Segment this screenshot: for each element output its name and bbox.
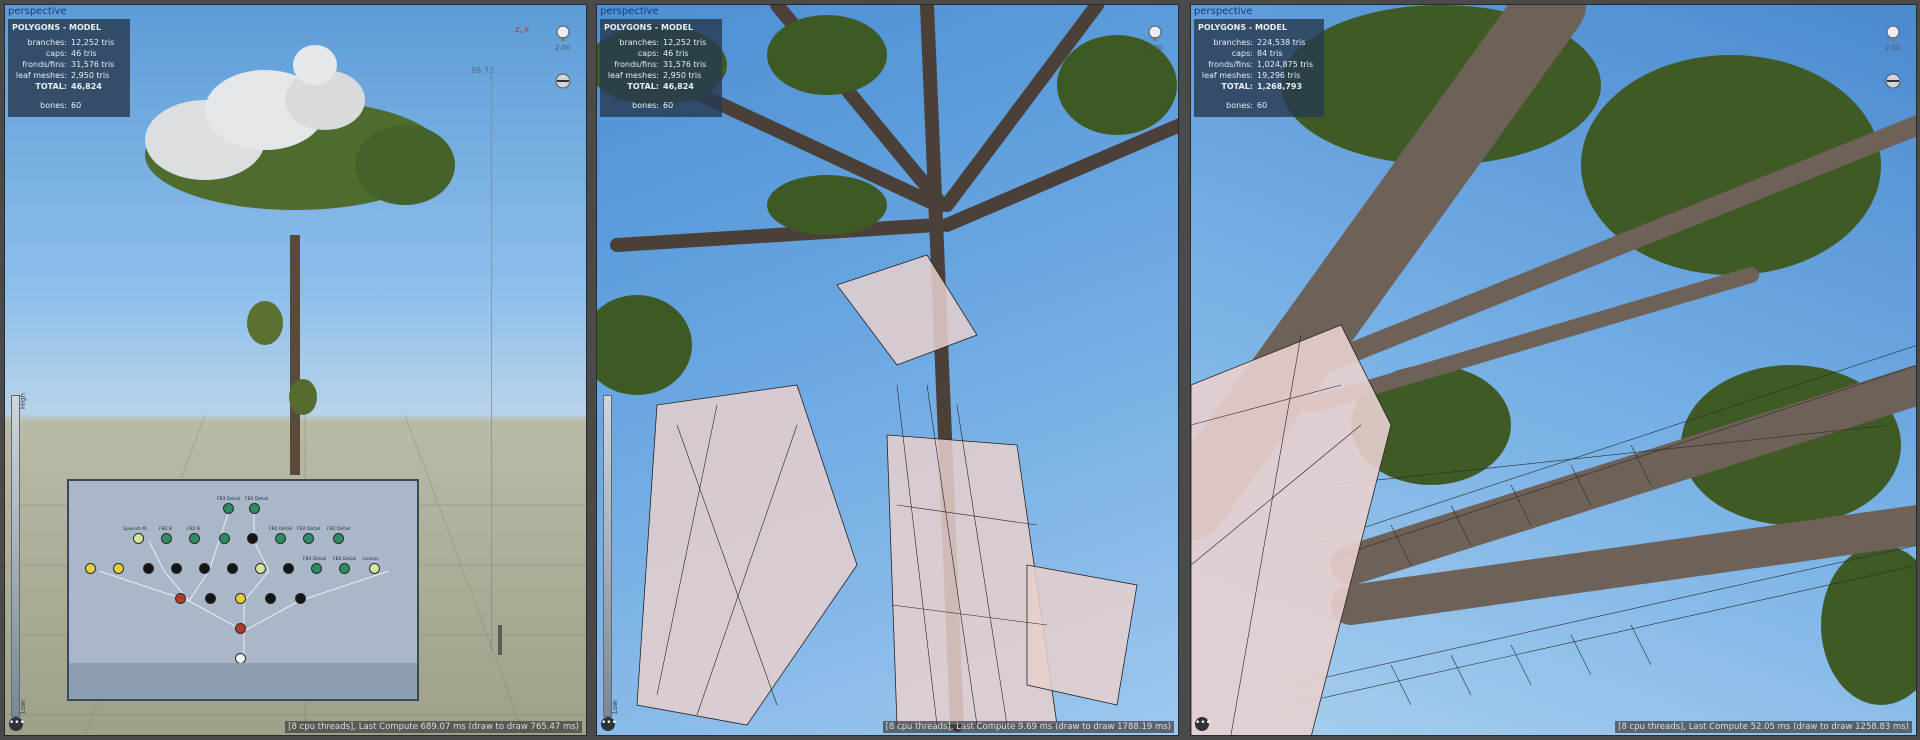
stats-row: leaf meshes: 2,950 tris — [607, 71, 702, 80]
graph-node[interactable] — [175, 593, 186, 604]
light-icon[interactable] — [553, 23, 573, 43]
graph-node-label: FB2 B — [159, 527, 173, 532]
graph-node[interactable] — [161, 533, 172, 544]
viewport-perspective-2[interactable]: perspective POLYGONS - MODEL branches: 12… — [596, 4, 1179, 736]
graph-node[interactable] — [255, 563, 266, 574]
light-icon[interactable] — [1145, 23, 1165, 43]
graph-node[interactable] — [333, 533, 344, 544]
stats-total-row: TOTAL: 1,268,793 — [1221, 82, 1303, 91]
stats-row: branches: 224,538 tris — [1213, 38, 1306, 47]
zoom-readout: 2.00 — [1147, 44, 1163, 52]
stats-row: leaf meshes: 19,296 tris — [1201, 71, 1301, 80]
graph-node[interactable] — [143, 563, 154, 574]
zoom-readout: 2.00 — [1885, 44, 1901, 52]
graph-node[interactable] — [199, 563, 210, 574]
stats-row: branches: 12,252 tris — [619, 38, 707, 47]
graph-node[interactable] — [227, 563, 238, 574]
graph-node[interactable] — [283, 563, 294, 574]
graph-node-label: FB2 Detail — [269, 527, 293, 532]
graph-node[interactable] — [265, 593, 276, 604]
graph-node[interactable] — [369, 563, 380, 574]
graph-node[interactable] — [219, 533, 230, 544]
stats-total-row: TOTAL: 46,824 — [627, 82, 694, 91]
stats-total-row: TOTAL: 46,824 — [35, 82, 102, 91]
viewport-label: perspective — [600, 6, 659, 17]
axis-gizmo-icon: z⌞x — [515, 25, 530, 35]
graph-node[interactable] — [275, 533, 286, 544]
viewport-menu-button[interactable]: ••• — [1195, 717, 1211, 731]
stats-row: leaf meshes: 2,950 tris — [15, 71, 110, 80]
graph-footer — [69, 663, 417, 699]
graph-node-label: FB2 Detail — [333, 557, 357, 562]
light-icon[interactable] — [1883, 23, 1903, 43]
stats-bones-row: bones: 60 — [40, 101, 82, 110]
graph-node-label: FB3 Detail — [245, 497, 269, 502]
lod-slider[interactable] — [11, 395, 20, 717]
compute-status: [8 cpu threads], Last Compute 9.69 ms (d… — [882, 721, 1174, 733]
stats-row: caps: 46 tris — [45, 49, 97, 58]
graph-node[interactable] — [295, 593, 306, 604]
viewport-label: perspective — [1194, 6, 1253, 17]
generation-graph-panel[interactable]: FB3 Detail FB3 Detail Spanish M... FB2 B… — [67, 479, 419, 701]
lod-slider[interactable] — [603, 395, 612, 717]
graph-node[interactable] — [303, 533, 314, 544]
graph-node-label: FB3 Detail — [303, 557, 327, 562]
graph-node-label: Spanish M... — [123, 527, 151, 532]
height-ruler — [491, 73, 492, 653]
graph-node[interactable] — [247, 533, 258, 544]
height-ruler-value: 89.72 — [471, 66, 494, 75]
graph-node[interactable] — [235, 593, 246, 604]
graph-node-label: Leaves — [363, 557, 379, 562]
wind-icon[interactable] — [1883, 71, 1903, 91]
viewport-perspective-1[interactable]: perspective POLYGONS - MODEL branches: 12… — [4, 4, 587, 736]
lod-low-label: Low — [611, 700, 619, 714]
polygon-stats-panel: POLYGONS - MODEL branches: 12,252 tris ca… — [600, 19, 722, 117]
viewport-menu-button[interactable]: ••• — [9, 717, 25, 731]
lod-low-label: Low — [19, 700, 27, 714]
stats-row: fronds/fins: 1,024,875 tris — [1208, 60, 1314, 69]
compute-status: [8 cpu threads], Last Compute 689.07 ms … — [285, 721, 582, 733]
graph-node-label: FB2 B — [187, 527, 201, 532]
graph-node[interactable] — [205, 593, 216, 604]
graph-node[interactable] — [223, 503, 234, 514]
graph-node[interactable] — [235, 623, 246, 634]
graph-node[interactable] — [339, 563, 350, 574]
compute-status: [8 cpu threads], Last Compute 52.05 ms (… — [1615, 721, 1912, 733]
stats-bones-row: bones: 60 — [632, 101, 674, 110]
graph-node[interactable] — [133, 533, 144, 544]
graph-node[interactable] — [189, 533, 200, 544]
viewport-label: perspective — [8, 6, 67, 17]
graph-node[interactable] — [311, 563, 322, 574]
stats-row: branches: 12,252 tris — [27, 38, 115, 47]
stats-header: POLYGONS - MODEL — [1198, 23, 1287, 32]
stats-row: caps: 84 tris — [1231, 49, 1283, 58]
graph-node-label: FB3 Detail — [217, 497, 241, 502]
graph-node[interactable] — [85, 563, 96, 574]
zoom-readout: 2.00 — [555, 44, 571, 52]
polygon-stats-panel: POLYGONS - MODEL branches: 12,252 tris ca… — [8, 19, 130, 117]
polygon-stats-panel: POLYGONS - MODEL branches: 224,538 tris c… — [1194, 19, 1324, 117]
stats-header: POLYGONS - MODEL — [12, 23, 101, 32]
graph-node[interactable] — [249, 503, 260, 514]
viewport-menu-button[interactable]: ••• — [601, 717, 617, 731]
graph-node[interactable] — [113, 563, 124, 574]
stats-bones-row: bones: 60 — [1226, 101, 1268, 110]
stats-header: POLYGONS - MODEL — [604, 23, 693, 32]
graph-node-label: FB2 Detail — [297, 527, 321, 532]
stats-row: fronds/fins: 31,576 tris — [22, 60, 115, 69]
graph-node[interactable] — [171, 563, 182, 574]
wind-icon[interactable] — [553, 71, 573, 91]
stats-row: caps: 46 tris — [637, 49, 689, 58]
lod-high-label: High — [19, 393, 27, 410]
viewport-perspective-3[interactable]: perspective POLYGONS - MODEL branches: 22… — [1190, 4, 1917, 736]
stats-row: fronds/fins: 31,576 tris — [614, 60, 707, 69]
graph-node-label: FB2 Detail — [327, 527, 351, 532]
